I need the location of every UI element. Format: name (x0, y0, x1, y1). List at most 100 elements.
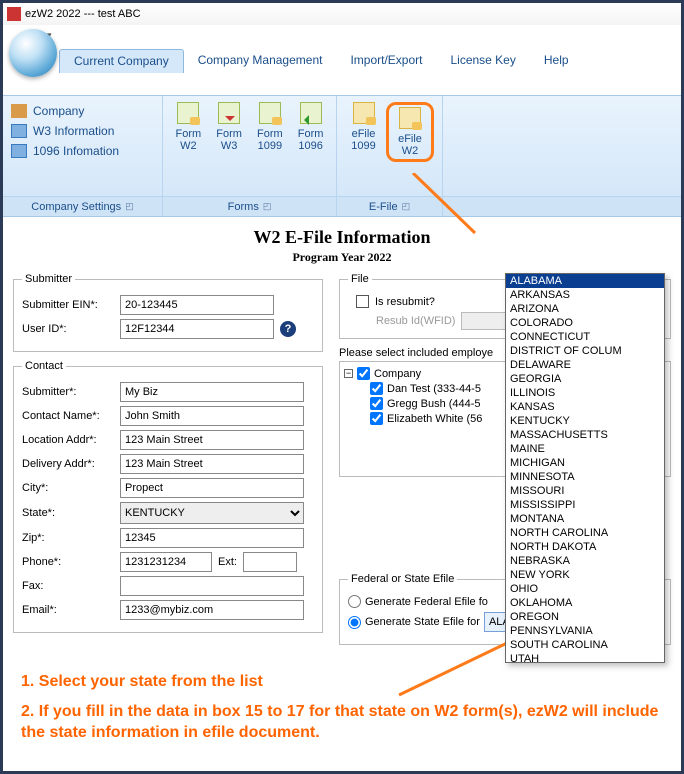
annotation-step-1: 1. Select your state from the list (13, 667, 671, 697)
radio-state[interactable] (348, 616, 361, 629)
state-option[interactable]: NEW YORK (506, 568, 664, 582)
titlebar: ezW2 2022 --- test ABC (3, 3, 681, 25)
contact-submitter-field[interactable] (120, 382, 304, 402)
tree-emp-label: Gregg Bush (444-5 (387, 398, 481, 410)
ribbon-efile-1099[interactable]: eFile1099 (345, 102, 382, 152)
tree-emp-check[interactable] (370, 397, 383, 410)
ribbon-form-1096[interactable]: Form1096 (293, 102, 328, 152)
contact-name-label: Contact Name*: (22, 410, 114, 422)
state-option[interactable]: DISTRICT OF COLUM (506, 344, 664, 358)
app-orb-button[interactable] (9, 29, 57, 77)
contact-legend: Contact (22, 360, 66, 372)
email-field[interactable] (120, 600, 304, 620)
dialog-launcher-icon[interactable]: ◰ (263, 201, 272, 212)
ein-label: Submitter EIN*: (22, 299, 114, 311)
annotation-step-2: 2. If you fill in the data in box 15 to … (13, 697, 671, 748)
delivery-addr-label: Delivery Addr*: (22, 458, 114, 470)
window-title: ezW2 2022 --- test ABC (25, 8, 141, 20)
state-option[interactable]: MASSACHUSETTS (506, 428, 664, 442)
ribbon-form-1099[interactable]: Form1099 (253, 102, 288, 152)
state-option[interactable]: MONTANA (506, 512, 664, 526)
state-option[interactable]: KANSAS (506, 400, 664, 414)
state-option[interactable]: NEBRASKA (506, 554, 664, 568)
ein-field[interactable] (120, 295, 274, 315)
state-option[interactable]: KENTUCKY (506, 414, 664, 428)
state-option[interactable]: COLORADO (506, 316, 664, 330)
ext-label: Ext: (218, 556, 237, 568)
ribbon-form-w3[interactable]: FormW3 (212, 102, 247, 152)
home-icon (11, 104, 27, 118)
ribbon-1096-info[interactable]: 1096 Infomation (11, 142, 119, 160)
submitter-legend: Submitter (22, 273, 75, 285)
ribbon-company[interactable]: Company (11, 102, 84, 120)
state-option[interactable]: MICHIGAN (506, 456, 664, 470)
state-option[interactable]: GEORGIA (506, 372, 664, 386)
location-addr-label: Location Addr*: (22, 434, 114, 446)
ribbon: Company W3 Information 1096 Infomation C… (3, 95, 681, 217)
form-icon (11, 124, 27, 138)
fax-field[interactable] (120, 576, 304, 596)
tree-collapse-icon[interactable]: − (344, 369, 353, 378)
state-select[interactable]: KENTUCKY (120, 502, 304, 524)
state-option[interactable]: MISSOURI (506, 484, 664, 498)
tab-current-company[interactable]: Current Company (59, 49, 184, 73)
state-label: State*: (22, 507, 114, 519)
state-option[interactable]: OKLAHOMA (506, 596, 664, 610)
userid-field[interactable] (120, 319, 274, 339)
app-icon (7, 7, 21, 21)
resubmit-label: Is resubmit? (375, 296, 435, 308)
tab-company-management[interactable]: Company Management (184, 49, 337, 73)
highlight-efile-w2: eFileW2 (386, 102, 434, 162)
tree-emp-label: Elizabeth White (56 (387, 413, 482, 425)
dialog-launcher-icon[interactable]: ◰ (402, 201, 411, 212)
efile-legend: Federal or State Efile (348, 573, 457, 585)
radio-federal[interactable] (348, 595, 361, 608)
location-addr-field[interactable] (120, 430, 304, 450)
phone-field[interactable] (120, 552, 212, 572)
state-option[interactable]: MISSISSIPPI (506, 498, 664, 512)
page-title: W2 E-File Information (13, 227, 671, 248)
ribbon-form-w2[interactable]: FormW2 (171, 102, 206, 152)
zip-field[interactable] (120, 528, 304, 548)
tree-root-label: Company (374, 368, 421, 380)
state-option[interactable]: ARKANSAS (506, 288, 664, 302)
state-option[interactable]: SOUTH CAROLINA (506, 638, 664, 652)
state-option[interactable]: ALABAMA (506, 274, 664, 288)
tab-import-export[interactable]: Import/Export (336, 49, 436, 73)
tab-license-key[interactable]: License Key (436, 49, 529, 73)
tree-emp-check[interactable] (370, 412, 383, 425)
userid-label: User ID*: (22, 323, 114, 335)
state-option[interactable]: NORTH DAKOTA (506, 540, 664, 554)
delivery-addr-field[interactable] (120, 454, 304, 474)
state-option[interactable]: MAINE (506, 442, 664, 456)
tree-root-check[interactable] (357, 367, 370, 380)
ribbon-w3-info[interactable]: W3 Information (11, 122, 114, 140)
contact-name-field[interactable] (120, 406, 304, 426)
state-option[interactable]: OREGON (506, 610, 664, 624)
tree-emp-label: Dan Test (333-44-5 (387, 383, 481, 395)
state-option[interactable]: ARIZONA (506, 302, 664, 316)
state-option[interactable]: MINNESOTA (506, 470, 664, 484)
state-option[interactable]: CONNECTICUT (506, 330, 664, 344)
state-option[interactable]: ILLINOIS (506, 386, 664, 400)
city-field[interactable] (120, 478, 304, 498)
state-option[interactable]: PENNSYLVANIA (506, 624, 664, 638)
dialog-launcher-icon[interactable]: ◰ (125, 201, 134, 212)
ext-field[interactable] (243, 552, 297, 572)
menu-tabs: Current Company Company Management Impor… (59, 49, 583, 73)
help-icon[interactable]: ? (280, 321, 296, 337)
radio-federal-label: Generate Federal Efile fo (365, 596, 488, 608)
zip-label: Zip*: (22, 532, 114, 544)
state-option[interactable]: UTAH (506, 652, 664, 663)
state-option[interactable]: DELAWARE (506, 358, 664, 372)
resubmit-checkbox[interactable] (356, 295, 369, 308)
ribbon-efile-w2[interactable]: eFileW2 (391, 107, 429, 157)
tab-help[interactable]: Help (530, 49, 583, 73)
tree-emp-check[interactable] (370, 382, 383, 395)
file-legend: File (348, 273, 372, 285)
state-option[interactable]: NORTH CAROLINA (506, 526, 664, 540)
state-option[interactable]: OHIO (506, 582, 664, 596)
phone-label: Phone*: (22, 556, 114, 568)
contact-submitter-label: Submitter*: (22, 386, 114, 398)
state-dropdown-list[interactable]: ALABAMAARKANSASARIZONACOLORADOCONNECTICU… (505, 273, 665, 663)
